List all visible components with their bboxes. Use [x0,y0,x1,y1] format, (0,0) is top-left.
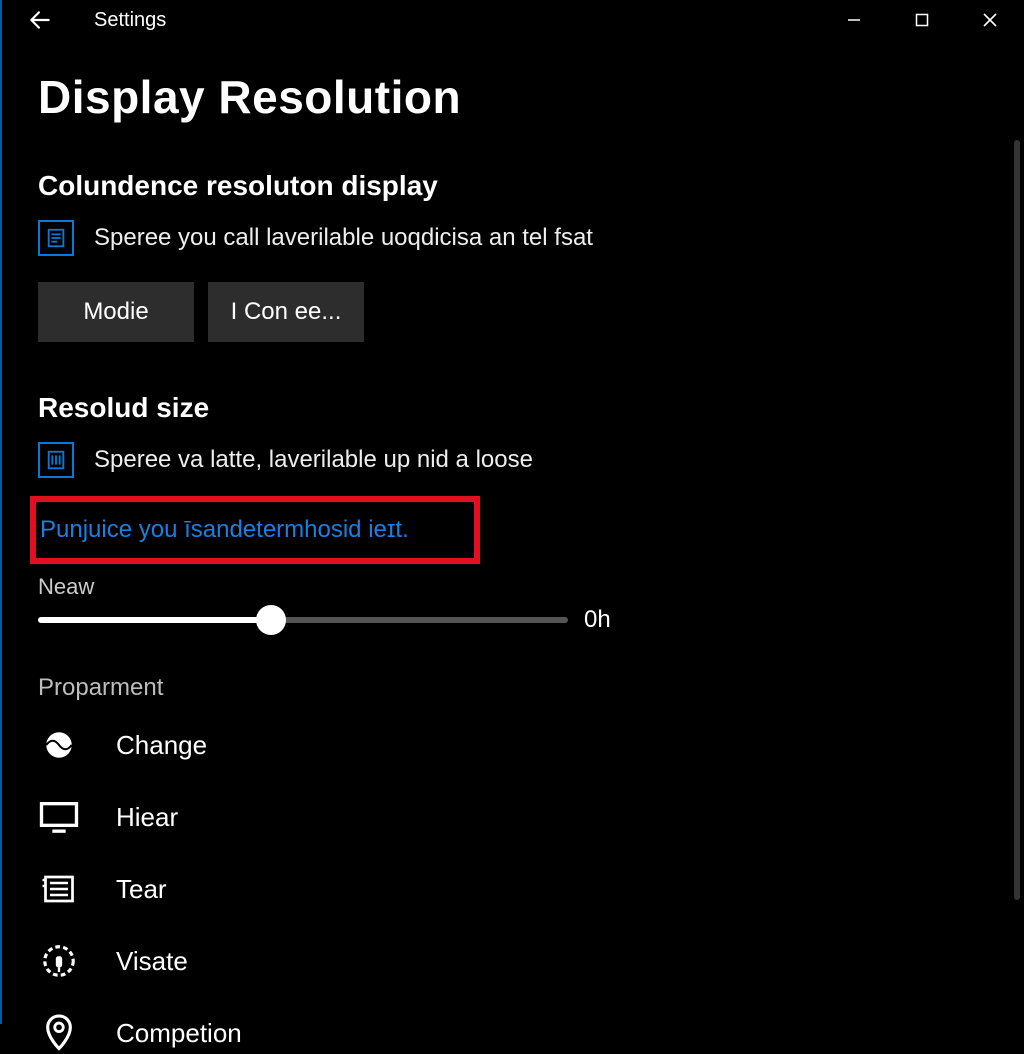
option-label: Tear [116,874,167,905]
option-hiear[interactable]: Hiear [38,796,988,838]
section-heading-resolud: Resolud size [38,392,988,424]
button-row: Modie I Con ee... [38,282,988,342]
info-row-2: Speree va latte, laverilable up nid a lo… [38,442,988,478]
proparment-heading: Proparment [38,674,988,702]
display-doc-icon-2 [38,442,74,478]
location-pin-icon [38,1012,80,1054]
slider-fill [38,617,271,623]
info-text-1: Speree you call laverilable uoqdicisa an… [94,224,593,252]
slider-block: Neaw 0h [38,574,988,634]
info-text-2: Speree va latte, laverilable up nid a lo… [94,446,533,474]
close-button[interactable] [956,0,1024,40]
globe-icon [38,724,80,766]
minimize-icon [846,12,862,28]
highlighted-link-box: Punjuice you īsandetermhosid ieɪt. [30,496,480,564]
maximize-button[interactable] [888,0,956,40]
minimize-button[interactable] [820,0,888,40]
highlighted-link[interactable]: Punjuice you īsandetermhosid ieɪt. [40,516,409,543]
slider-thumb[interactable] [256,605,286,635]
back-button[interactable] [26,6,54,34]
slider-row: 0h [38,606,988,634]
maximize-icon [914,12,930,28]
display-doc-icon [38,220,74,256]
broadcast-icon [38,940,80,982]
content-area: Display Resolution Colundence resoluton … [2,40,1024,1054]
option-change[interactable]: Change [38,724,988,766]
modie-button[interactable]: Modie [38,282,194,342]
option-tear[interactable]: Tear [38,868,988,910]
close-icon [982,12,998,28]
window-controls [820,0,1024,40]
option-list: Change Hiear T [38,724,988,1054]
option-label: Competion [116,1018,242,1049]
info-row-1: Speree you call laverilable uoqdicisa an… [38,220,988,256]
slider-value: 0h [584,606,611,634]
page-title: Display Resolution [38,70,988,124]
titlebar: Settings [2,0,1024,40]
iconee-button[interactable]: I Con ee... [208,282,364,342]
display-icon [38,796,80,838]
list-icon [38,868,80,910]
app-title: Settings [94,9,166,32]
option-competion[interactable]: Competion [38,1012,988,1054]
option-label: Hiear [116,802,178,833]
option-visate[interactable]: Visate [38,940,988,982]
section-heading-colundence: Colundence resoluton display [38,170,988,202]
scrollbar[interactable] [1014,140,1020,900]
slider[interactable] [38,617,568,623]
option-label: Change [116,730,207,761]
arrow-left-icon [27,7,53,33]
slider-label: Neaw [38,574,988,600]
option-label: Visate [116,946,188,977]
